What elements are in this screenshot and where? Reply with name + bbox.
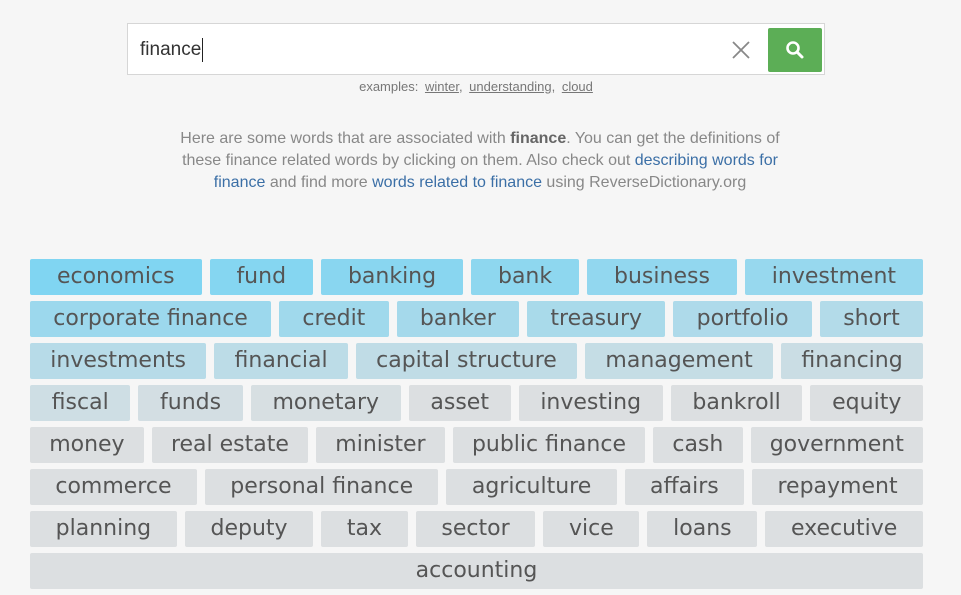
word-tag[interactable]: affairs xyxy=(624,469,745,505)
search-term: finance xyxy=(510,130,567,147)
word-tag[interactable]: portfolio xyxy=(673,301,812,337)
word-tag[interactable]: investments xyxy=(30,343,207,379)
word-tag[interactable]: loans xyxy=(647,511,758,547)
word-tag[interactable]: monetary xyxy=(250,385,401,421)
word-tag[interactable]: funds xyxy=(138,385,243,421)
example-link[interactable]: winter xyxy=(425,79,459,94)
search-box xyxy=(127,23,825,75)
word-tag[interactable]: economics xyxy=(30,259,202,295)
tag-row: planning deputy tax sector vice loans executiv… xyxy=(30,511,924,547)
word-tag[interactable]: executive xyxy=(765,511,924,547)
word-tag[interactable]: financial xyxy=(214,343,348,379)
word-tag[interactable]: investment xyxy=(744,259,923,295)
word-tag[interactable]: vice xyxy=(543,511,640,547)
search-input[interactable] xyxy=(140,36,700,64)
tag-row: money real estate minister public finance ca… xyxy=(30,427,924,463)
word-tag[interactable]: sector xyxy=(415,511,536,547)
word-tag[interactable]: cash xyxy=(653,427,743,463)
text-caret xyxy=(202,38,203,62)
tag-row: corporate finance credit banker treasury por… xyxy=(30,301,924,337)
intro-text: Here are some words that are associated … xyxy=(180,128,780,194)
word-tag[interactable]: public finance xyxy=(452,427,646,463)
intro-text-part: Here are some words that are associated … xyxy=(180,130,511,147)
word-tag[interactable]: financing xyxy=(781,343,923,379)
word-tag[interactable]: repayment xyxy=(752,469,923,505)
example-link[interactable]: understanding xyxy=(469,79,551,94)
word-tag[interactable]: minister xyxy=(316,427,445,463)
tag-row: fiscal funds monetary asset investing bankrol… xyxy=(30,385,924,421)
word-tag[interactable]: credit xyxy=(279,301,389,337)
word-tag[interactable]: asset xyxy=(408,385,511,421)
word-tag[interactable]: corporate finance xyxy=(30,301,272,337)
tag-row: investments financial capital structure man… xyxy=(30,343,923,379)
word-tag[interactable]: banker xyxy=(396,301,520,337)
intro-text-part: and find more xyxy=(265,174,373,191)
search-button[interactable] xyxy=(768,28,822,72)
word-tag[interactable]: investing xyxy=(518,385,663,421)
word-tag[interactable]: money xyxy=(30,427,144,463)
word-tag[interactable]: agriculture xyxy=(446,469,617,505)
intro-text-part: using ReverseDictionary.org xyxy=(541,174,747,191)
word-tag[interactable]: capital structure xyxy=(355,343,578,379)
close-icon xyxy=(732,41,750,59)
word-tag[interactable]: deputy xyxy=(184,511,314,547)
word-tag[interactable]: personal finance xyxy=(204,469,439,505)
word-tag[interactable]: equity xyxy=(810,385,924,421)
word-tag[interactable]: banking xyxy=(321,259,464,295)
word-tags: economics fund banking bank business investme… xyxy=(30,259,924,595)
clear-button[interactable] xyxy=(728,37,754,63)
word-tag[interactable]: fund xyxy=(209,259,313,295)
example-link[interactable]: cloud xyxy=(562,79,593,94)
tag-row: economics fund banking bank business investme… xyxy=(30,259,923,295)
word-tag[interactable]: government xyxy=(750,427,924,463)
word-tag[interactable]: management xyxy=(585,343,774,379)
word-tag[interactable]: tax xyxy=(321,511,408,547)
word-tag[interactable]: treasury xyxy=(527,301,666,337)
search-icon xyxy=(786,41,804,59)
related-words-link[interactable]: words related to finance xyxy=(372,174,542,191)
word-tag[interactable]: short xyxy=(819,301,924,337)
word-tag[interactable]: bankroll xyxy=(670,385,803,421)
tag-row: commerce personal finance agriculture affai… xyxy=(30,469,923,505)
word-tag[interactable]: bank xyxy=(471,259,580,295)
examples-line: examples: winter, understanding, cloud xyxy=(359,79,593,94)
word-tag[interactable]: accounting xyxy=(30,553,923,589)
word-tag[interactable]: commerce xyxy=(30,469,197,505)
word-tag[interactable]: fiscal xyxy=(30,385,131,421)
tag-row: accounting xyxy=(30,553,923,589)
word-tag[interactable]: business xyxy=(587,259,737,295)
word-tag[interactable]: real estate xyxy=(151,427,309,463)
examples-label: examples: xyxy=(359,79,419,94)
word-tag[interactable]: planning xyxy=(30,511,177,547)
